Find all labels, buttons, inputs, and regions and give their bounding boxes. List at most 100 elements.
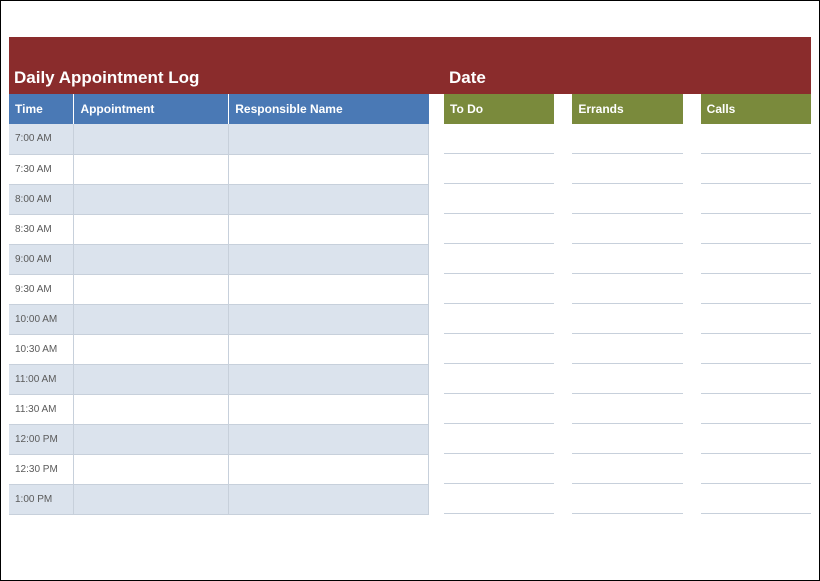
cell-responsible[interactable] — [229, 364, 429, 394]
cell-time: 7:00 AM — [9, 124, 74, 154]
calls-row[interactable] — [701, 244, 811, 274]
cell-appointment[interactable] — [74, 364, 229, 394]
header-title: Daily Appointment Log — [14, 68, 434, 88]
cell-time: 9:30 AM — [9, 274, 74, 304]
table-row: 8:00 AM — [9, 184, 429, 214]
errands-row[interactable] — [572, 184, 682, 214]
col-header-responsible: Responsible Name — [229, 94, 429, 124]
errands-row[interactable] — [572, 484, 682, 514]
errands-header: Errands — [572, 94, 682, 124]
calls-row[interactable] — [701, 214, 811, 244]
todo-row[interactable] — [444, 424, 554, 454]
calls-row[interactable] — [701, 424, 811, 454]
cell-time: 7:30 AM — [9, 154, 74, 184]
col-header-appointment: Appointment — [74, 94, 229, 124]
cell-responsible[interactable] — [229, 394, 429, 424]
todo-row[interactable] — [444, 244, 554, 274]
cell-time: 8:30 AM — [9, 214, 74, 244]
table-row: 11:00 AM — [9, 364, 429, 394]
cell-responsible[interactable] — [229, 124, 429, 154]
calls-row[interactable] — [701, 124, 811, 154]
errands-row[interactable] — [572, 124, 682, 154]
cell-time: 12:30 PM — [9, 454, 74, 484]
errands-row[interactable] — [572, 154, 682, 184]
header-band: Daily Appointment Log Date — [9, 37, 811, 94]
table-row: 12:30 PM — [9, 454, 429, 484]
cell-appointment[interactable] — [74, 214, 229, 244]
cell-appointment[interactable] — [74, 394, 229, 424]
calls-row[interactable] — [701, 274, 811, 304]
todo-row[interactable] — [444, 304, 554, 334]
errands-column: Errands — [572, 94, 682, 514]
calls-row[interactable] — [701, 484, 811, 514]
cell-appointment[interactable] — [74, 334, 229, 364]
table-row: 7:00 AM — [9, 124, 429, 154]
cell-appointment[interactable] — [74, 124, 229, 154]
cell-time: 11:00 AM — [9, 364, 74, 394]
page-content: Daily Appointment Log Date Time Appointm… — [9, 9, 811, 572]
cell-appointment[interactable] — [74, 154, 229, 184]
errands-row[interactable] — [572, 274, 682, 304]
table-row: 7:30 AM — [9, 154, 429, 184]
cell-appointment[interactable] — [74, 274, 229, 304]
todo-row[interactable] — [444, 484, 554, 514]
errands-row[interactable] — [572, 214, 682, 244]
cell-responsible[interactable] — [229, 424, 429, 454]
col-header-time: Time — [9, 94, 74, 124]
errands-row[interactable] — [572, 334, 682, 364]
cell-responsible[interactable] — [229, 304, 429, 334]
calls-row[interactable] — [701, 454, 811, 484]
cell-responsible[interactable] — [229, 214, 429, 244]
appointment-table: Time Appointment Responsible Name 7:00 A… — [9, 94, 429, 515]
todo-row[interactable] — [444, 274, 554, 304]
errands-row[interactable] — [572, 304, 682, 334]
table-row: 12:00 PM — [9, 424, 429, 454]
cell-responsible[interactable] — [229, 274, 429, 304]
calls-row[interactable] — [701, 184, 811, 214]
calls-row[interactable] — [701, 394, 811, 424]
main-content: Time Appointment Responsible Name 7:00 A… — [9, 94, 811, 515]
cell-appointment[interactable] — [74, 304, 229, 334]
table-row: 1:00 PM — [9, 484, 429, 514]
todo-column: To Do — [444, 94, 554, 514]
table-row: 9:30 AM — [9, 274, 429, 304]
errands-row[interactable] — [572, 394, 682, 424]
cell-responsible[interactable] — [229, 484, 429, 514]
cell-time: 8:00 AM — [9, 184, 74, 214]
cell-time: 1:00 PM — [9, 484, 74, 514]
cell-appointment[interactable] — [74, 424, 229, 454]
table-row: 10:00 AM — [9, 304, 429, 334]
calls-row[interactable] — [701, 304, 811, 334]
calls-row[interactable] — [701, 334, 811, 364]
todo-row[interactable] — [444, 124, 554, 154]
calls-row[interactable] — [701, 364, 811, 394]
cell-appointment[interactable] — [74, 244, 229, 274]
calls-row[interactable] — [701, 154, 811, 184]
todo-row[interactable] — [444, 454, 554, 484]
header-date-label: Date — [449, 68, 486, 88]
errands-row[interactable] — [572, 454, 682, 484]
calls-column: Calls — [701, 94, 811, 514]
cell-appointment[interactable] — [74, 454, 229, 484]
cell-responsible[interactable] — [229, 244, 429, 274]
cell-time: 10:30 AM — [9, 334, 74, 364]
errands-row[interactable] — [572, 424, 682, 454]
cell-responsible[interactable] — [229, 154, 429, 184]
todo-row[interactable] — [444, 184, 554, 214]
todo-row[interactable] — [444, 364, 554, 394]
cell-responsible[interactable] — [229, 334, 429, 364]
cell-appointment[interactable] — [74, 484, 229, 514]
todo-row[interactable] — [444, 394, 554, 424]
cell-time: 10:00 AM — [9, 304, 74, 334]
todo-row[interactable] — [444, 214, 554, 244]
table-row: 9:00 AM — [9, 244, 429, 274]
errands-row[interactable] — [572, 244, 682, 274]
todo-row[interactable] — [444, 154, 554, 184]
table-row: 11:30 AM — [9, 394, 429, 424]
cell-responsible[interactable] — [229, 454, 429, 484]
cell-time: 9:00 AM — [9, 244, 74, 274]
cell-responsible[interactable] — [229, 184, 429, 214]
todo-row[interactable] — [444, 334, 554, 364]
errands-row[interactable] — [572, 364, 682, 394]
cell-appointment[interactable] — [74, 184, 229, 214]
